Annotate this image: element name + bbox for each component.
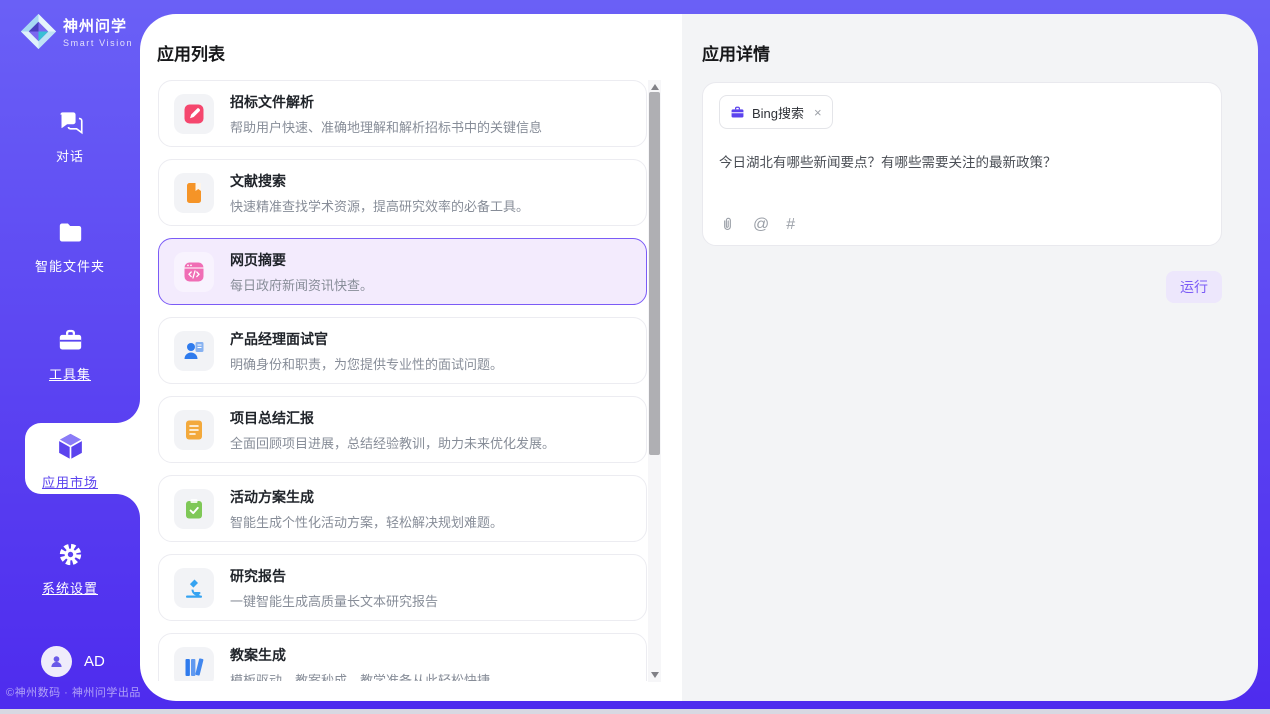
app-card-description: 快速精准查找学术资源，提高研究效率的必备工具。: [230, 196, 529, 215]
app-card-title: 产品经理面试官: [230, 329, 503, 349]
sidebar-item-app-market[interactable]: 应用市场: [0, 431, 140, 491]
app-card-title: 项目总结汇报: [230, 408, 555, 428]
prompt-input[interactable]: Bing搜索 × 今日湖北有哪些新闻要点？有哪些需要关注的最新政策？ @ #: [702, 82, 1222, 246]
tool-tag-bing-search[interactable]: Bing搜索 ×: [719, 95, 833, 129]
window-bottom-edge: [0, 709, 1270, 714]
sidebar-item-label: 应用市场: [0, 472, 140, 491]
app-detail-title: 应用详情: [702, 40, 770, 65]
app-window: 神州问学 Smart Vision 对话智能文件夹工具集应用市场系统设置 AD …: [0, 0, 1270, 714]
app-card-tender-doc-analysis[interactable]: 招标文件解析帮助用户快速、准确地理解和解析招标书中的关键信息: [158, 80, 647, 147]
scroll-down-icon[interactable]: [651, 672, 659, 678]
sidebar-footer: ©神州数码 · 神州问学出品: [6, 684, 141, 700]
app-card-title: 教案生成: [230, 645, 490, 665]
tag-close-icon[interactable]: ×: [814, 105, 822, 120]
app-card-research-report[interactable]: 研究报告一键智能生成高质量长文本研究报告: [158, 554, 647, 621]
cube-icon: [55, 449, 86, 466]
user-account[interactable]: AD: [41, 646, 105, 677]
user-icon: [47, 652, 66, 671]
brand-logo-icon: [19, 12, 58, 51]
browser-code-icon: [174, 252, 214, 292]
app-card-description: 一键智能生成高质量长文本研究报告: [230, 591, 438, 610]
microscope-icon: [174, 568, 214, 608]
book-icon: [174, 173, 214, 213]
mention-icon[interactable]: @: [753, 217, 769, 233]
sidebar-item-label: 对话: [0, 146, 140, 165]
run-button[interactable]: 运行: [1166, 271, 1222, 303]
app-card-title: 文献搜索: [230, 171, 529, 191]
brand-subtitle: Smart Vision: [63, 38, 133, 48]
pen-square-icon: [174, 94, 214, 134]
app-list-panel: 应用列表 招标文件解析帮助用户快速、准确地理解和解析招标书中的关键信息文献搜索快…: [140, 14, 682, 701]
app-card-description: 帮助用户快速、准确地理解和解析招标书中的关键信息: [230, 117, 542, 136]
app-card-web-summary[interactable]: 网页摘要每日政府新闻资讯快查。: [158, 238, 647, 305]
sidebar-item-chat[interactable]: 对话: [0, 109, 140, 165]
attachment-toolbar: @ #: [719, 216, 795, 233]
app-card-description: 智能生成个性化活动方案，轻松解决规划难题。: [230, 512, 503, 531]
chat-icon: [57, 123, 84, 140]
app-card-title: 招标文件解析: [230, 92, 542, 112]
paperclip-icon[interactable]: [719, 216, 736, 233]
books-icon: [174, 647, 214, 682]
sidebar-item-label: 系统设置: [0, 578, 140, 597]
gear-icon: [57, 555, 84, 572]
app-card-title: 研究报告: [230, 566, 438, 586]
app-detail-panel: 应用详情 Bing搜索 × 今日湖北有哪些新闻要点？有哪些需要关注的最新政策？: [682, 14, 1258, 701]
folder-icon: [57, 233, 84, 250]
app-card-description: 每日政府新闻资讯快查。: [230, 275, 373, 294]
sidebar-item-system-settings[interactable]: 系统设置: [0, 541, 140, 597]
topic-icon[interactable]: #: [786, 217, 795, 233]
scroll-up-icon[interactable]: [651, 84, 659, 90]
scrollbar[interactable]: [648, 80, 661, 682]
sidebar: 神州问学 Smart Vision 对话智能文件夹工具集应用市场系统设置 AD …: [0, 0, 140, 714]
briefcase-icon: [730, 105, 745, 120]
app-list-title: 应用列表: [157, 40, 225, 65]
app-card-pm-interviewer[interactable]: 产品经理面试官明确身份和职责，为您提供专业性的面试问题。: [158, 317, 647, 384]
sidebar-item-label: 工具集: [0, 364, 140, 383]
sidebar-item-smart-folders[interactable]: 智能文件夹: [0, 219, 140, 275]
app-card-title: 网页摘要: [230, 250, 373, 270]
user-name: AD: [84, 653, 105, 670]
brand-name: 神州问学: [63, 15, 133, 36]
prompt-text[interactable]: 今日湖北有哪些新闻要点？有哪些需要关注的最新政策？: [719, 151, 1205, 171]
app-card-description: 模板驱动，教案秒成，教学准备从此轻松快捷: [230, 670, 490, 682]
app-list: 招标文件解析帮助用户快速、准确地理解和解析招标书中的关键信息文献搜索快速精准查找…: [158, 80, 647, 681]
app-card-literature-search[interactable]: 文献搜索快速精准查找学术资源，提高研究效率的必备工具。: [158, 159, 647, 226]
app-card-lesson-plan-generator[interactable]: 教案生成模板驱动，教案秒成，教学准备从此轻松快捷: [158, 633, 647, 681]
sidebar-item-label: 智能文件夹: [0, 256, 140, 275]
avatar: [41, 646, 72, 677]
app-card-event-plan-generator[interactable]: 活动方案生成智能生成个性化活动方案，轻松解决规划难题。: [158, 475, 647, 542]
clipboard-check-icon: [174, 489, 214, 529]
interviewer-icon: [174, 331, 214, 371]
brand-logo: 神州问学 Smart Vision: [19, 12, 133, 51]
toolbox-icon: [57, 341, 84, 358]
app-card-description: 全面回顾项目进展，总结经验教训，助力未来优化发展。: [230, 433, 555, 452]
app-card-title: 活动方案生成: [230, 487, 503, 507]
scrollbar-thumb[interactable]: [649, 92, 660, 455]
tool-tag-label: Bing搜索: [752, 103, 804, 122]
app-card-project-summary[interactable]: 项目总结汇报全面回顾项目进展，总结经验教训，助力未来优化发展。: [158, 396, 647, 463]
app-card-description: 明确身份和职责，为您提供专业性的面试问题。: [230, 354, 503, 373]
main-panel: 应用列表 招标文件解析帮助用户快速、准确地理解和解析招标书中的关键信息文献搜索快…: [140, 14, 1258, 701]
run-row: 运行: [702, 271, 1222, 303]
memo-icon: [174, 410, 214, 450]
sidebar-item-toolset[interactable]: 工具集: [0, 327, 140, 383]
